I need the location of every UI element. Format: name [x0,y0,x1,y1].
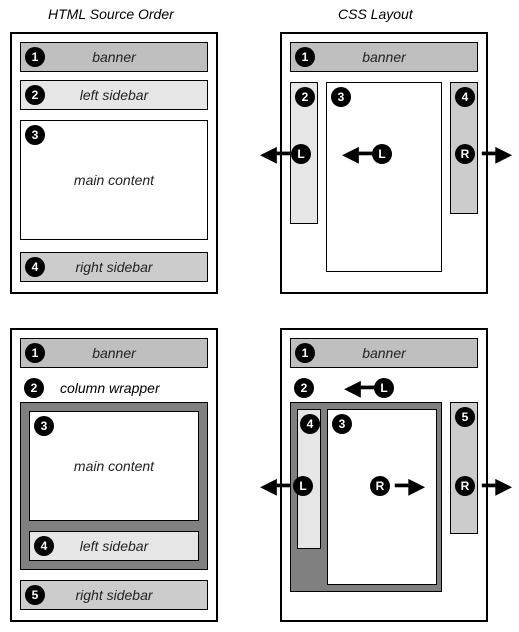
label-right-sidebar: right sidebar [75,259,152,275]
badge-2: 2 [294,378,314,398]
label-left-sidebar: left sidebar [80,538,148,554]
badge-1: 1 [295,343,315,363]
arrow-left-out-icon: ◀━ [260,143,290,165]
arrow-left-out-icon: ◀━ [260,475,290,497]
block-right-sidebar: 5 right sidebar [20,580,208,610]
badge-1: 1 [25,343,45,363]
label-banner: banner [362,345,406,361]
top-source-container: 1 banner 2 left sidebar 3 main content 4… [10,32,218,294]
dir-wrap-l: L [374,378,394,398]
block-main-content: 3 main content [20,120,208,240]
dir-l-1: L [291,144,311,164]
css-banner: 1 banner [290,42,478,72]
arrow-wrap-left-icon: ◀━ [344,377,374,399]
badge-2: 2 [295,87,315,107]
arrow-main-right-icon: ━▶ [395,475,425,497]
arrow-main-left-icon: ◀━ [342,143,372,165]
bottom-source-container: 1 banner 2 column wrapper 3 main content… [10,328,218,622]
bottom-css-container: 1 banner 2 ◀━ L 4 3 5 [280,328,488,622]
css-banner: 1 banner [290,338,478,368]
badge-2: 2 [24,378,44,398]
label-banner: banner [362,49,406,65]
block-right-sidebar: 4 right sidebar [20,252,208,282]
badge-1: 1 [25,47,45,67]
badge-3: 3 [34,416,54,436]
header-css-layout: CSS Layout [338,6,413,22]
badge-5: 5 [455,407,475,427]
label-banner: banner [92,345,136,361]
badge-4: 4 [34,536,54,556]
dir-r2: R [455,476,475,496]
block-main-content: 3 main content [29,411,199,521]
label-right-sidebar: right sidebar [75,587,152,603]
label-left-sidebar: left sidebar [80,87,148,103]
arrow-right-out-icon: ━▶ [482,475,512,497]
header-html-source: HTML Source Order [48,6,174,22]
block-left-sidebar: 2 left sidebar [20,80,208,110]
block-left-sidebar: 4 left sidebar [29,531,199,561]
badge-2: 2 [25,85,45,105]
badge-3: 3 [331,87,351,107]
css-right-sidebar: 5 [450,402,478,534]
dir-r: R [455,144,475,164]
dir-l-2: L [372,144,392,164]
css-main: 3 [326,82,442,272]
block-banner: 1 banner [20,338,208,368]
label-column-wrapper: column wrapper [60,380,160,396]
label-banner: banner [92,49,136,65]
badge-5: 5 [25,585,45,605]
dir-r1: R [370,476,390,496]
badge-3: 3 [25,125,45,145]
label-main-content: main content [74,458,154,474]
dir-l: L [293,476,313,496]
badge-4: 4 [455,87,475,107]
badge-3: 3 [332,414,352,434]
label-main-content: main content [74,172,154,188]
column-wrapper: 3 main content 4 left sidebar [20,402,208,570]
arrow-right-out-icon: ━▶ [482,143,512,165]
badge-4: 4 [25,257,45,277]
badge-1: 1 [295,47,315,67]
badge-4: 4 [300,414,320,434]
block-banner: 1 banner [20,42,208,72]
